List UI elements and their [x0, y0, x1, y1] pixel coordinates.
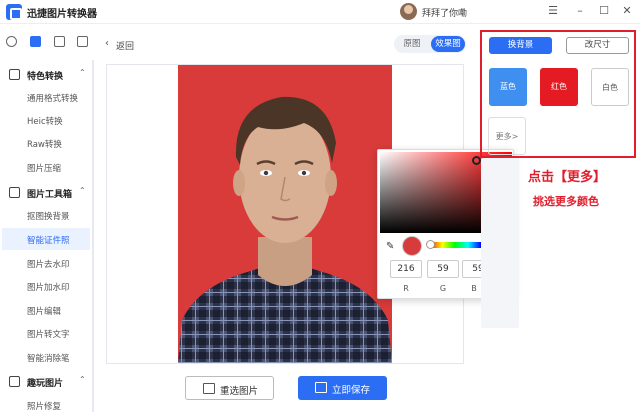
save-icon: [315, 382, 327, 393]
back-icon[interactable]: ‹: [105, 38, 109, 49]
sidebar-section-fun[interactable]: 趣玩图片 ⌃: [0, 373, 92, 391]
view-toggle: 原图 效果图: [394, 35, 466, 53]
tab-effect[interactable]: 效果图: [431, 36, 465, 52]
toolbox-icon: [9, 187, 20, 198]
sidebar-item[interactable]: 图片编辑: [2, 299, 90, 321]
more-colors-button[interactable]: 更多>: [488, 117, 526, 155]
sidebar-section-label: 特色转换: [27, 72, 64, 82]
sidebar-item-label: 图片去水印: [27, 260, 70, 270]
sidebar-item-label: 智能证件照: [27, 236, 70, 246]
chevron-up-icon: ⌃: [79, 375, 86, 384]
green-label: G: [439, 284, 447, 293]
sidebar-item-label: 智能消除笔: [27, 354, 70, 364]
sidebar-item-label: 图片转文字: [27, 330, 70, 340]
sidebar-item[interactable]: 抠图换背景: [2, 204, 90, 226]
gallery-icon[interactable]: [77, 36, 88, 47]
red-label: R: [403, 284, 409, 293]
sidebar-item-label: Raw转换: [27, 140, 62, 150]
sidebar-item[interactable]: 图片去水印: [2, 252, 90, 274]
sidebar-item-label: 照片修复: [27, 402, 62, 412]
save-button[interactable]: 立即保存: [298, 376, 387, 400]
chevron-up-icon: ⌃: [79, 186, 86, 195]
tab-original[interactable]: 原图: [395, 36, 429, 52]
color-option-red[interactable]: 红色: [540, 68, 578, 106]
sidebar-item-label: 图片编辑: [27, 307, 62, 317]
smile-icon: [9, 376, 20, 387]
sidebar: 特色转换 ⌃ 通用格式转换 Heic转换 Raw转换 图片压缩 图片工具箱 ⌃ …: [0, 60, 94, 412]
save-label: 立即保存: [332, 385, 371, 396]
sidebar-item-label: 抠图换背景: [27, 212, 70, 222]
maximize-icon[interactable]: ☐: [597, 4, 611, 18]
color-option-blue[interactable]: 蓝色: [489, 68, 527, 106]
back-button[interactable]: 返回: [116, 39, 134, 52]
app-logo-icon: [6, 4, 22, 20]
sidebar-item[interactable]: Raw转换: [2, 132, 90, 154]
red-value-input[interactable]: 216: [390, 260, 422, 278]
reselect-label: 重选图片: [220, 386, 259, 397]
sidebar-tool-row: [0, 30, 96, 54]
refresh-icon: [9, 69, 20, 80]
close-icon[interactable]: ✕: [620, 4, 634, 18]
image-icon[interactable]: [54, 36, 65, 47]
tab-change-background[interactable]: 换背景: [489, 37, 552, 54]
sidebar-item[interactable]: 图片压缩: [2, 156, 90, 178]
minimize-icon[interactable]: –: [573, 4, 587, 18]
sidebar-scrollbar[interactable]: [92, 60, 94, 412]
sidebar-item-label: Heic转换: [27, 117, 63, 127]
chevron-up-icon: ⌃: [79, 68, 86, 77]
sidebar-item-label: 图片压缩: [27, 164, 62, 174]
app-title: 迅捷图片转换器: [27, 9, 97, 20]
menu-icon[interactable]: ☰: [546, 4, 560, 18]
tab-resize[interactable]: 改尺寸: [566, 37, 629, 54]
sidebar-section-special-convert[interactable]: 特色转换 ⌃: [0, 66, 92, 84]
sidebar-section-label: 图片工具箱: [27, 190, 73, 200]
callout-click-more: 点击【更多】: [528, 170, 607, 185]
sidebar-section-label: 趣玩图片: [27, 379, 64, 389]
sidebar-item-label: 图片加水印: [27, 283, 70, 293]
convert-icon[interactable]: [6, 36, 17, 47]
sidebar-item[interactable]: 图片加水印: [2, 275, 90, 297]
background-options-panel: 换背景 改尺寸 蓝色 红色 白色 更多>: [480, 30, 636, 158]
color-option-white[interactable]: 白色: [591, 68, 629, 106]
reselect-image-button[interactable]: 重选图片: [185, 376, 274, 400]
sidebar-item-id-photo[interactable]: 智能证件照: [2, 228, 90, 250]
sidebar-item[interactable]: Heic转换: [2, 109, 90, 131]
avatar[interactable]: [400, 3, 417, 20]
id-photo-preview: [178, 65, 392, 363]
eyedropper-icon[interactable]: ✎: [386, 241, 394, 252]
sidebar-item[interactable]: 图片转文字: [2, 322, 90, 344]
right-panel-scroll-area: [481, 158, 519, 328]
sidebar-item[interactable]: 照片修复: [2, 394, 90, 412]
callout-pick-colors: 挑选更多颜色: [533, 195, 599, 208]
sidebar-item[interactable]: 智能消除笔: [2, 346, 90, 368]
current-color-swatch: [402, 236, 422, 256]
sidebar-section-toolbox[interactable]: 图片工具箱 ⌃: [0, 184, 92, 202]
sidebar-item[interactable]: 通用格式转换: [2, 86, 90, 108]
username[interactable]: 拜拜了你嘞: [422, 6, 467, 19]
green-value-input[interactable]: 59: [427, 260, 459, 278]
sidebar-item-label: 通用格式转换: [27, 94, 79, 104]
hue-slider-handle[interactable]: [426, 240, 435, 249]
title-bar: 迅捷图片转换器 拜拜了你嘞 ☰ – ☐ ✕: [0, 0, 640, 24]
toolbox-icon[interactable]: [30, 36, 41, 47]
image-icon: [203, 383, 215, 394]
portrait-image: [178, 96, 392, 363]
